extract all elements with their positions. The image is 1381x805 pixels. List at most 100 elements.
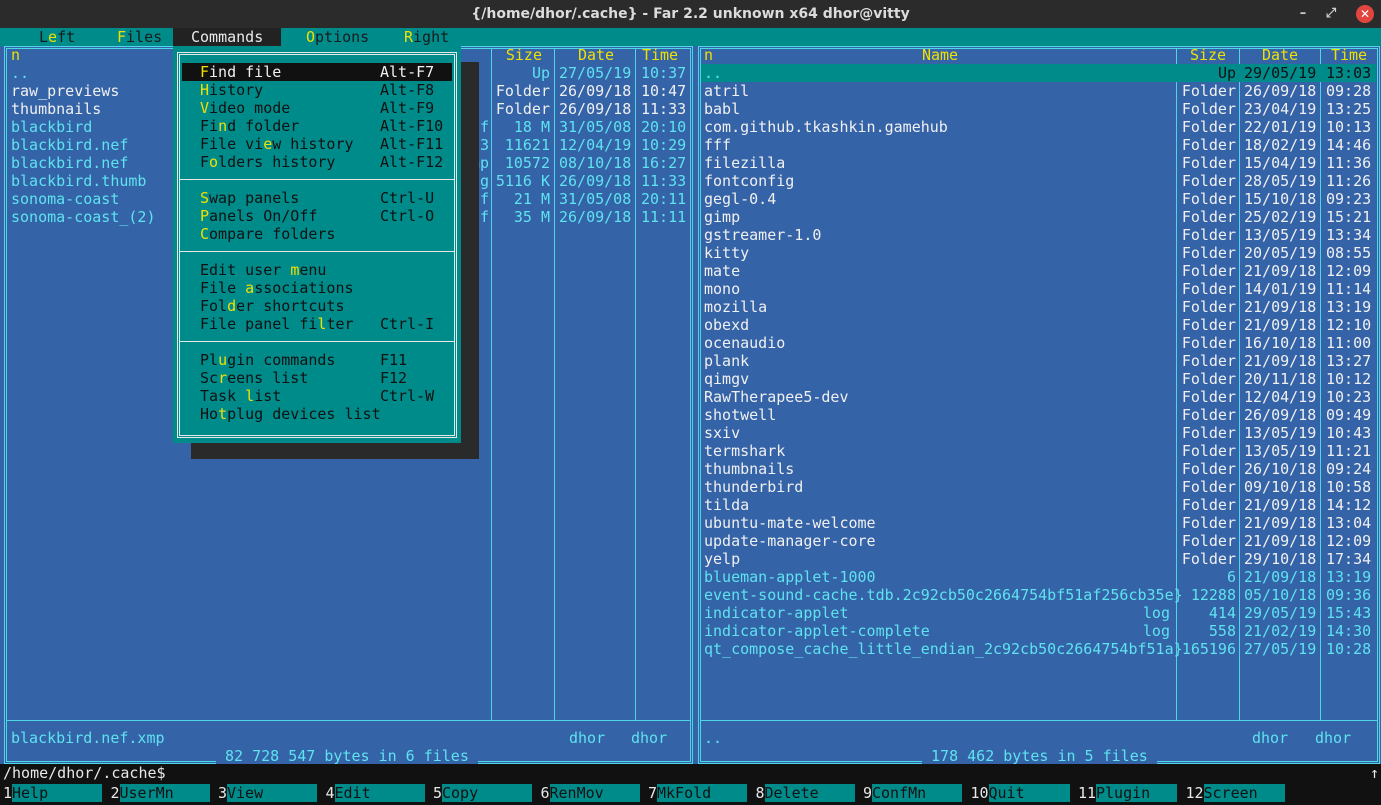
fkey-usermn-button[interactable]: UserMn <box>119 784 210 802</box>
menu-item[interactable]: File associations <box>173 279 461 297</box>
file-row[interactable]: fontconfig Folder 28/05/19 11:26 <box>696 172 1381 190</box>
menu-options[interactable]: Options <box>281 28 379 46</box>
file-row[interactable]: qt_compose_cache_little_endian_2c92cb50c… <box>696 640 1381 658</box>
menu-item[interactable]: Screens list F12 <box>173 369 461 387</box>
file-time: 08:55 <box>1326 244 1372 262</box>
fkey-view-button[interactable]: View <box>227 784 317 802</box>
menu-item[interactable]: Find file Alt-F7 <box>173 63 461 81</box>
menu-item[interactable]: Find folder Alt-F10 <box>173 117 461 135</box>
menu-item[interactable]: Compare folders <box>173 225 461 243</box>
right-col-header-date[interactable]: Date <box>1240 46 1320 64</box>
file-row[interactable]: update-manager-core Folder 21/09/18 12:09 <box>696 532 1381 550</box>
file-row[interactable]: gimp Folder 25/02/19 15:21 <box>696 208 1381 226</box>
left-col-header-time[interactable]: Time <box>637 46 683 64</box>
label-hotkey: l <box>245 387 255 405</box>
fkey-plugin-button[interactable]: Plugin <box>1096 784 1177 802</box>
command-line[interactable]: /home/dhor/.cache$ ↑ <box>0 764 1381 782</box>
file-row[interactable]: indicator-applet-complete log 558 21/02/19 1… <box>696 622 1381 640</box>
fkey-quit-button[interactable]: Quit <box>988 784 1070 802</box>
file-row[interactable]: ubuntu-mate-welcome Folder 21/09/18 13:04 <box>696 514 1381 532</box>
fkey-number: 5 <box>433 784 443 802</box>
file-row[interactable]: fff Folder 18/02/19 14:46 <box>696 136 1381 154</box>
menu-item[interactable]: Panels On/Off Ctrl-O <box>173 207 461 225</box>
file-row[interactable]: yelp Folder 29/10/18 17:34 <box>696 550 1381 568</box>
menu-item[interactable]: Video mode Alt-F9 <box>173 99 461 117</box>
menu-item[interactable]: History Alt-F8 <box>173 81 461 99</box>
fkey-copy-button[interactable]: Copy <box>442 784 532 802</box>
menu-files[interactable]: Files <box>92 28 180 46</box>
file-row[interactable]: mozilla Folder 21/09/18 13:19 <box>696 298 1381 316</box>
file-row[interactable]: mono Folder 14/01/19 11:14 <box>696 280 1381 298</box>
file-row[interactable]: termshark Folder 13/05/19 11:21 <box>696 442 1381 460</box>
file-row[interactable]: gegl-0.4 Folder 15/10/18 09:23 <box>696 190 1381 208</box>
label-pre: Task <box>200 387 246 405</box>
menu-right[interactable]: Right <box>379 28 459 46</box>
minimize-icon[interactable]: – <box>1293 4 1313 24</box>
menu-item[interactable]: Plugin commands F11 <box>173 351 461 369</box>
file-ext <box>1130 532 1170 550</box>
left-col-header-date[interactable]: Date <box>556 46 636 64</box>
file-row[interactable]: com.github.tkashkin.gamehub Folder 22/01/1… <box>696 118 1381 136</box>
menu-item-label: File associations <box>200 279 354 297</box>
label-post: w history <box>272 135 354 153</box>
file-name: termshark <box>704 442 786 460</box>
file-row[interactable]: mate Folder 21/09/18 12:09 <box>696 262 1381 280</box>
menu-commands[interactable]: Commands <box>173 28 281 46</box>
file-ext <box>1130 64 1170 82</box>
file-size: Folder <box>1181 280 1236 298</box>
file-row[interactable]: .. Up 29/05/19 13:03 <box>696 64 1381 82</box>
file-name: event-sound-cache.tdb.2c92cb50c2664754bf… <box>704 586 1183 604</box>
file-row[interactable]: blueman-applet-1000 6 21/09/18 13:19 <box>696 568 1381 586</box>
menu-item[interactable]: Folders history Alt-F12 <box>173 153 461 171</box>
right-panel[interactable]: n Name Size Date Time .. Up 29/05/19 13:03 a… <box>696 46 1381 765</box>
right-col-header-size[interactable]: Size <box>1177 46 1239 64</box>
file-row[interactable]: qimgv Folder 20/11/18 10:12 <box>696 370 1381 388</box>
fkey-help-button[interactable]: Help <box>12 784 102 802</box>
menu-left[interactable]: Left <box>14 28 84 46</box>
file-row[interactable]: filezilla Folder 15/04/19 11:36 <box>696 154 1381 172</box>
file-row[interactable]: babl Folder 23/04/19 13:25 <box>696 100 1381 118</box>
left-col-header-size[interactable]: Size <box>492 46 542 64</box>
menu-item[interactable]: File panel filter Ctrl-I <box>173 315 461 333</box>
menu-item[interactable]: Swap panels Ctrl-U <box>173 189 461 207</box>
file-row[interactable]: tilda Folder 21/09/18 14:12 <box>696 496 1381 514</box>
file-row[interactable]: atril Folder 26/09/18 09:28 <box>696 82 1381 100</box>
right-col-header-name[interactable]: Name <box>704 46 1176 64</box>
menu-item[interactable]: Task list Ctrl-W <box>173 387 461 405</box>
menu-item[interactable]: Folder shortcuts <box>173 297 461 315</box>
file-row[interactable]: kitty Folder 20/05/19 08:55 <box>696 244 1381 262</box>
menu-item[interactable]: File view history Alt-F11 <box>173 135 461 153</box>
fkey-confmn-button[interactable]: ConfMn <box>872 784 962 802</box>
fkey-screen-button[interactable]: Screen <box>1203 784 1285 802</box>
menu-item[interactable]: Edit user menu <box>173 261 461 279</box>
file-row[interactable]: event-sound-cache.tdb.2c92cb50c2664754bf… <box>696 586 1381 604</box>
fkey-delete-button[interactable]: Delete <box>764 784 855 802</box>
fkey-edit-button[interactable]: Edit <box>334 784 425 802</box>
menu-item-label: Panels On/Off <box>200 207 317 225</box>
close-icon[interactable]: ✕ <box>1356 5 1374 23</box>
scroll-up-icon[interactable]: ↑ <box>1370 764 1379 782</box>
right-col-header-time[interactable]: Time <box>1321 46 1377 64</box>
file-row[interactable]: indicator-applet log 414 29/05/19 15:43 <box>696 604 1381 622</box>
file-row[interactable]: ocenaudio Folder 16/10/18 11:00 <box>696 334 1381 352</box>
file-row[interactable]: obexd Folder 21/09/18 12:10 <box>696 316 1381 334</box>
file-row[interactable]: thunderbird Folder 09/10/18 10:58 <box>696 478 1381 496</box>
menu-item[interactable]: Hotplug devices list <box>173 405 461 423</box>
file-name: .. <box>11 64 30 82</box>
file-row[interactable]: sxiv Folder 13/05/19 10:43 <box>696 424 1381 442</box>
file-time: 11:33 <box>641 100 687 118</box>
file-row[interactable]: RawTherapee5-dev Folder 12/04/19 10:23 <box>696 388 1381 406</box>
file-ext <box>1130 334 1170 352</box>
file-row[interactable]: thumbnails Folder 26/10/18 09:24 <box>696 460 1381 478</box>
menu-label-pre: L <box>39 28 49 46</box>
file-row[interactable]: gstreamer-1.0 Folder 13/05/19 13:34 <box>696 226 1381 244</box>
file-row[interactable]: shotwell Folder 26/09/18 09:49 <box>696 406 1381 424</box>
file-name: sxiv <box>704 424 741 442</box>
file-row[interactable]: plank Folder 21/09/18 13:27 <box>696 352 1381 370</box>
file-date: 26/09/18 <box>1244 82 1317 100</box>
restore-icon[interactable]: ⤢ <box>1321 4 1341 24</box>
left-col-header-name[interactable]: n <box>11 46 20 64</box>
label-post: lders history <box>218 153 336 171</box>
fkey-mkfold-button[interactable]: MkFold <box>657 784 747 802</box>
fkey-renmov-button[interactable]: RenMov <box>549 784 640 802</box>
